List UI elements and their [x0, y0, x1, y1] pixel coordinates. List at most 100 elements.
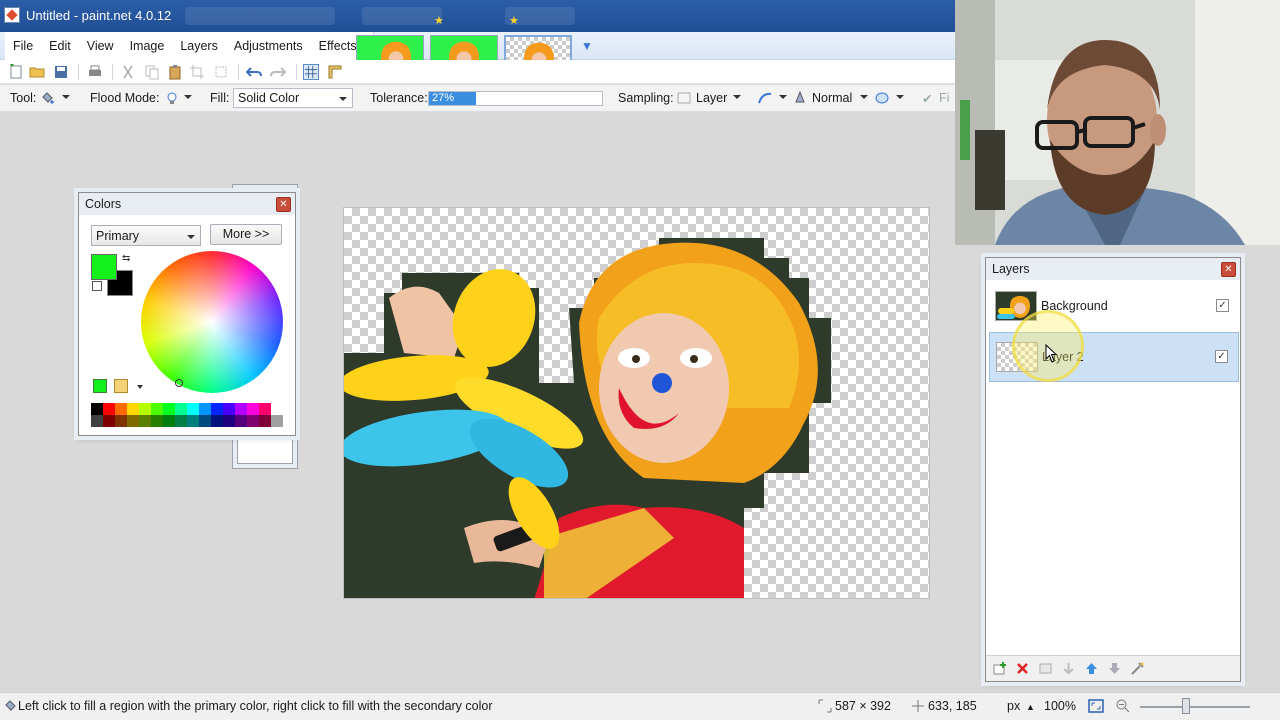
copy-icon[interactable] [144, 64, 160, 80]
layer-visibility-checkbox[interactable]: ✓ [1215, 350, 1228, 363]
palette-menu-arrow-icon[interactable] [137, 385, 143, 389]
cut-icon[interactable] [120, 64, 136, 80]
palette-swatch[interactable] [103, 403, 115, 415]
deselect-icon[interactable] [213, 64, 229, 80]
palette-swatch[interactable] [115, 415, 127, 427]
pixel-grid-icon[interactable] [303, 64, 319, 80]
menu-file[interactable]: File [5, 32, 41, 60]
color-wheel-marker[interactable] [175, 379, 183, 387]
close-icon[interactable]: ✕ [1221, 262, 1236, 277]
palette-swatch[interactable] [103, 415, 115, 427]
finish-label[interactable]: Fi [939, 91, 949, 105]
primary-color-swatch[interactable] [91, 254, 117, 280]
palette-swatch[interactable] [163, 415, 175, 427]
palette-swatch[interactable] [211, 403, 223, 415]
zoom-level[interactable]: 100% [1044, 699, 1076, 713]
redo-icon[interactable] [270, 64, 286, 80]
finish-check-icon[interactable]: ✔ [922, 91, 932, 106]
palette-swatch[interactable] [115, 403, 127, 415]
layer-visibility-checkbox[interactable]: ✓ [1216, 299, 1229, 312]
sampling-value[interactable]: Layer [696, 91, 727, 105]
palette-swatch[interactable] [163, 403, 175, 415]
sampling-dropdown-arrow-icon[interactable] [733, 95, 741, 99]
alpha-blending-dropdown-arrow-icon[interactable] [896, 95, 904, 99]
palette-swatch[interactable] [259, 403, 271, 415]
flood-mode-dropdown-arrow-icon[interactable] [184, 95, 192, 99]
blend-mode-icon[interactable] [793, 91, 807, 105]
menu-edit[interactable]: Edit [41, 32, 79, 60]
more-colors-button[interactable]: More >> [210, 224, 282, 245]
palette-swatch[interactable] [259, 415, 271, 427]
zoom-slider-track[interactable] [1140, 706, 1250, 708]
flood-mode-icon[interactable] [165, 91, 179, 105]
open-folder-icon[interactable] [29, 64, 45, 80]
tolerance-slider[interactable]: 27% [428, 91, 603, 106]
blend-mode-dropdown-arrow-icon[interactable] [860, 95, 868, 99]
palette-swatch[interactable] [271, 415, 283, 427]
palette-swatch[interactable] [223, 415, 235, 427]
palette-swatch[interactable] [223, 403, 235, 415]
units-select[interactable]: px [1007, 699, 1020, 713]
palette-swatch[interactable] [235, 415, 247, 427]
palette-swatch[interactable] [199, 415, 211, 427]
palette-swatch[interactable] [235, 403, 247, 415]
antialiasing-icon[interactable] [758, 91, 772, 105]
palette-swatch[interactable] [175, 415, 187, 427]
palette-swatch[interactable] [91, 415, 103, 427]
save-icon[interactable] [53, 64, 69, 80]
palette-swatch[interactable] [187, 415, 199, 427]
palette-swatch[interactable] [127, 403, 139, 415]
zoom-out-icon[interactable] [1115, 698, 1131, 714]
palette-swatch[interactable] [151, 403, 163, 415]
color-target-select[interactable]: Primary [91, 225, 201, 246]
add-to-palette-icon[interactable] [93, 379, 107, 393]
reset-colors-icon[interactable] [92, 281, 102, 291]
palette-swatch[interactable] [151, 415, 163, 427]
palette-swatch[interactable] [91, 403, 103, 415]
palette-swatch[interactable] [127, 415, 139, 427]
palette-swatch[interactable] [271, 403, 283, 415]
units-dropdown-arrow-icon[interactable]: ▲ [1026, 702, 1035, 712]
fill-select[interactable]: Solid Color [233, 88, 353, 108]
rulers-icon[interactable] [327, 64, 343, 80]
undo-icon[interactable] [246, 64, 262, 80]
layer-sampling-icon[interactable] [677, 91, 691, 105]
palette-swatch[interactable] [187, 403, 199, 415]
swap-colors-icon[interactable]: ⇆ [122, 253, 130, 264]
paint-bucket-icon[interactable] [40, 91, 54, 105]
palette-swatch[interactable] [199, 403, 211, 415]
alpha-blending-icon[interactable] [875, 91, 889, 105]
paste-icon[interactable] [167, 64, 183, 80]
palette-swatch[interactable] [139, 403, 151, 415]
add-layer-icon[interactable] [992, 661, 1007, 676]
layer-properties-icon[interactable] [1130, 661, 1145, 676]
palette-swatch[interactable] [211, 415, 223, 427]
zoom-slider-thumb[interactable] [1182, 698, 1190, 714]
palette-swatch[interactable] [175, 403, 187, 415]
merge-down-icon[interactable] [1061, 661, 1076, 676]
menu-layers[interactable]: Layers [172, 32, 226, 60]
blend-mode-value[interactable]: Normal [812, 91, 852, 105]
delete-layer-icon[interactable] [1015, 661, 1030, 676]
move-layer-down-icon[interactable] [1107, 661, 1122, 676]
menu-view[interactable]: View [79, 32, 122, 60]
palette-swatch[interactable] [247, 415, 259, 427]
color-wheel[interactable] [141, 251, 283, 393]
menu-image[interactable]: Image [122, 32, 173, 60]
palette-swatch[interactable] [247, 403, 259, 415]
print-icon[interactable] [87, 64, 103, 80]
duplicate-layer-icon[interactable] [1038, 661, 1053, 676]
menu-adjustments[interactable]: Adjustments [226, 32, 311, 60]
image-canvas[interactable] [343, 207, 930, 599]
color-palette[interactable] [91, 403, 283, 427]
tool-dropdown-arrow-icon[interactable] [62, 95, 70, 99]
move-layer-up-icon[interactable] [1084, 661, 1099, 676]
palette-swatch[interactable] [139, 415, 151, 427]
palette-menu-icon[interactable] [114, 379, 128, 393]
close-icon[interactable]: ✕ [276, 197, 291, 212]
tab-list-dropdown-icon[interactable]: ▼ [581, 39, 593, 53]
zoom-to-window-icon[interactable] [1088, 698, 1104, 714]
new-file-icon[interactable] [8, 64, 24, 80]
antialiasing-dropdown-arrow-icon[interactable] [779, 95, 787, 99]
crop-icon[interactable] [189, 64, 205, 80]
